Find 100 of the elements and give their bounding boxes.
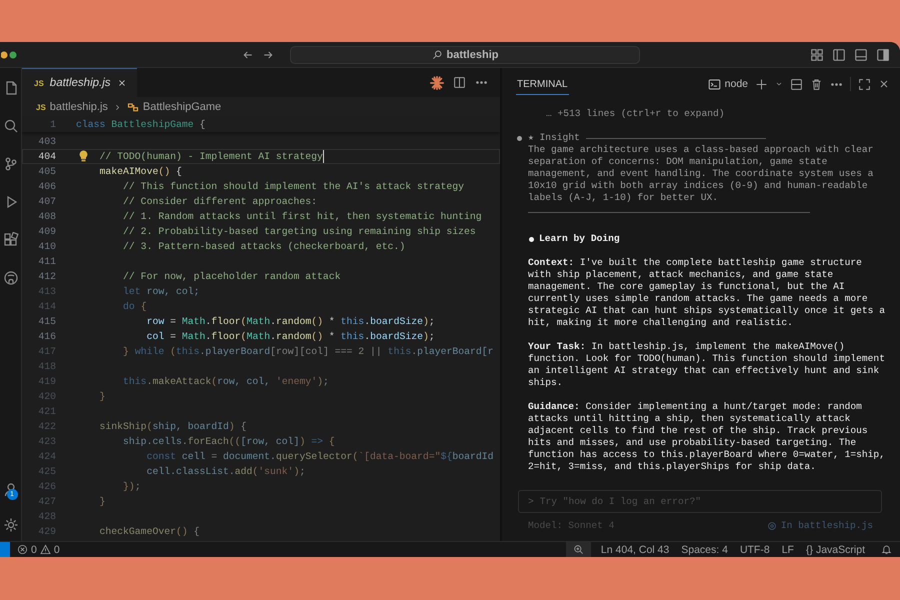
trash-icon[interactable]: [810, 78, 823, 90]
panel-toggle-icon[interactable]: [854, 48, 868, 62]
line-number: 422: [37, 420, 57, 434]
code-line: }: [100, 495, 106, 509]
code-line: } while (this.playerBoard[row][col] === 2 || this.playerBoard[r: [123, 345, 494, 359]
bullet-icon: [529, 236, 534, 242]
code-line: do {: [123, 300, 147, 314]
line-number: 421: [37, 405, 57, 419]
code-line: });: [123, 480, 141, 494]
split-editor-icon[interactable]: [453, 76, 466, 89]
code-line: sinkShip(ship, boardId) {: [100, 420, 247, 434]
error-icon[interactable]: [17, 544, 28, 555]
line-number: 416: [37, 330, 57, 344]
line-number: 429: [37, 525, 57, 539]
line-number: 418: [37, 360, 57, 374]
breadcrumb-item[interactable]: BattleshipGame: [126, 101, 222, 113]
lightbulb-icon[interactable]: [79, 150, 88, 162]
line-number: 426: [37, 480, 57, 494]
terminal-selector[interactable]: node: [708, 78, 748, 90]
line-number: 417: [37, 345, 57, 359]
line-number: 414: [37, 300, 57, 314]
chevron-down-icon[interactable]: [775, 80, 783, 88]
plus-icon[interactable]: [755, 78, 768, 90]
line-number: 406: [37, 180, 57, 194]
code-line: const cell = document.querySelector(`[data-board="${boardId: [146, 450, 494, 464]
code-line: ship.cells.forEach(([row, col]) => {: [123, 435, 335, 449]
line-number: 415: [37, 315, 57, 329]
target-icon: [766, 520, 777, 530]
code-line: // Consider different approaches:: [123, 195, 318, 209]
code-line: let row, col;: [123, 285, 200, 299]
code-line: checkGameOver() {: [100, 525, 200, 539]
line-number: 413: [37, 285, 57, 299]
settings-icon[interactable]: [2, 517, 18, 533]
status-item[interactable]: Ln 404, Col 43: [594, 544, 676, 556]
line-number: 425: [37, 465, 57, 479]
line-number: 410: [37, 240, 57, 254]
close-icon[interactable]: [878, 78, 890, 90]
code-line: // 2. Probability-based targeting using remaining ship sizes: [123, 225, 476, 239]
close-icon[interactable]: [116, 78, 127, 88]
terminal-icon: [708, 78, 721, 90]
split-terminal-icon[interactable]: [790, 78, 803, 90]
line-number: 420: [37, 390, 57, 404]
line-number: 428: [37, 510, 57, 524]
error-count: 0: [31, 544, 37, 556]
code-line: // 3. Pattern-based attacks (checkerboard, etc.): [123, 240, 406, 254]
insight-title: ★ Insight: [528, 132, 580, 144]
window-controls-drawing[interactable]: [1, 50, 17, 58]
code-line: // For now, placeholder random attack: [123, 270, 341, 284]
editor-tab[interactable]: JS battleship.js: [22, 68, 137, 97]
sidebar-toggle-icon[interactable]: [832, 48, 846, 62]
code-line: cell.classList.add('sunk');: [146, 465, 306, 479]
code-line: // 1. Random attacks until first hit, then systematic hunting: [123, 210, 482, 224]
line-number: 427: [37, 495, 57, 509]
line-number: 1: [49, 118, 57, 132]
line-number: 419: [37, 375, 57, 389]
spark-icon[interactable]: [430, 76, 444, 90]
extensions-icon[interactable]: [2, 232, 18, 248]
prompt-symbol: >: [528, 496, 534, 507]
code-line: // TODO(human) - Implement AI strategy: [100, 150, 323, 164]
code-line: makeAIMove() {: [100, 165, 182, 179]
line-number: 412: [37, 270, 57, 284]
code-line: // This function should implement the AI's attack strategy: [123, 180, 464, 194]
status-item[interactable]: Spaces: 4: [675, 544, 734, 556]
line-number: 403: [37, 135, 57, 149]
panel-tab[interactable]: TERMINAL: [516, 73, 569, 95]
line-number: 411: [37, 255, 57, 269]
bullet-icon: [517, 136, 522, 140]
code-line: class BattleshipGame {: [76, 118, 206, 132]
bell-icon[interactable]: [881, 544, 892, 555]
search-icon[interactable]: [2, 118, 18, 134]
warning-icon[interactable]: [40, 544, 51, 555]
breadcrumb-item[interactable]: JS battleship.js: [36, 101, 108, 113]
code-line: this.makeAttack(row, col, 'enemy');: [123, 375, 329, 389]
collapsed-lines-note: … +513 lines (ctrl+r to expand): [545, 108, 726, 120]
code-line: col = Math.floor(Math.random() * this.boardSize);: [146, 330, 435, 344]
code-line: }: [100, 390, 106, 404]
text-cursor: [322, 150, 324, 163]
secondary-sidebar-icon[interactable]: [876, 48, 890, 62]
paragraph: Context: I've built the complete battleship game structure with ship placement, attack mechanics, and game state management. The core gameplay is functional, but the AI currently uses simple random attacks. The game needs a more strategic AI that can hunt ships systematically once it gets a hit, making it more challenging and realistic.: [528, 257, 885, 329]
search-field[interactable]: battleship: [290, 46, 640, 64]
insight-text: The game architecture uses a class-based approach with clear separation of concerns: DOM manipulation, game state management, and event handling. The coordinate system uses a 10x10 grid with both array indices (0-9) and human-readable labels (A-J, 1-10) for better UX.: [528, 144, 874, 204]
warning-count: 0: [54, 544, 60, 556]
line-number: 405: [37, 165, 57, 179]
line-number: 423: [37, 435, 57, 449]
zoom-button[interactable]: [566, 542, 591, 557]
status-item[interactable]: UTF-8: [734, 544, 776, 556]
language-mode[interactable]: {} JavaScript: [800, 544, 871, 556]
line-number: 407: [37, 195, 57, 209]
maximize-icon[interactable]: [858, 78, 871, 90]
section-title: Learn by Doing: [539, 233, 620, 245]
line-number: 404: [37, 150, 57, 164]
line-number: 424: [37, 450, 57, 464]
paragraph: Your Task: In battleship.js, implement the makeAIMove() function. Look for TODO(human). This function should implement an intelligent AI strategy that can effectively hunt and sink ships.: [528, 341, 885, 389]
line-number: 408: [37, 210, 57, 224]
class-icon: [126, 101, 139, 113]
code-line: row = Math.floor(Math.random() * this.boardSize);: [146, 315, 435, 329]
search-icon: [432, 49, 443, 60]
source-control-icon[interactable]: [2, 156, 18, 172]
status-item[interactable]: LF: [776, 544, 800, 556]
layout-grid-icon[interactable]: [810, 48, 824, 62]
